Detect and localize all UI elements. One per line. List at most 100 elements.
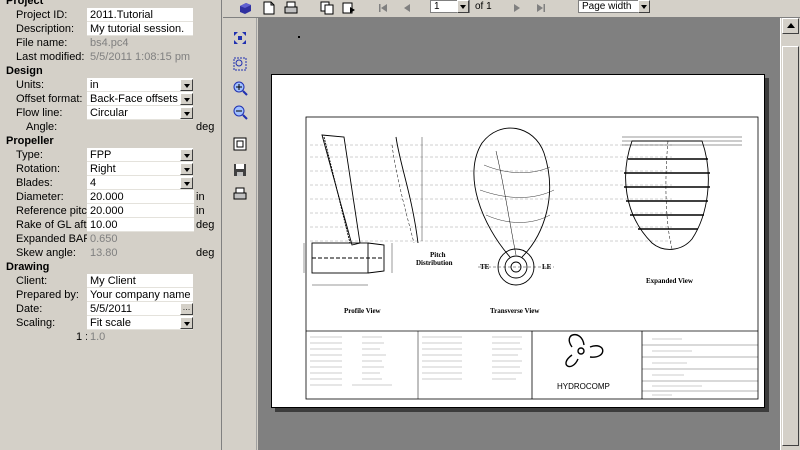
cube-icon[interactable] — [237, 1, 253, 15]
label-units: Units: — [16, 79, 45, 91]
prepared-by-field[interactable]: Your company name h... — [87, 288, 193, 302]
scaling-select[interactable]: Fit scale — [87, 316, 193, 330]
page-setup-icon[interactable] — [232, 136, 248, 152]
te-label: TE — [480, 263, 490, 271]
save-icon[interactable] — [232, 162, 248, 178]
row-description[interactable]: Description: My tutorial session. — [0, 22, 221, 36]
new-page-icon[interactable] — [261, 1, 277, 15]
skew-angle-value: 13.80 — [87, 246, 194, 260]
units-dropdown-button[interactable] — [180, 79, 193, 91]
row-offset-format[interactable]: Offset format: Back-Face offsets — [0, 92, 221, 106]
units-select[interactable]: in — [87, 78, 193, 92]
label-flow-line: Flow line: — [16, 107, 63, 119]
last-modified-value: 5/5/2011 1:08:15 pm — [87, 50, 194, 64]
previous-page-icon[interactable] — [399, 1, 415, 15]
print-preview-area[interactable]: HYDROCOMP Profile View Pitch Distributio… — [258, 18, 780, 450]
last-page-icon[interactable] — [533, 1, 549, 15]
print-icon[interactable] — [283, 1, 299, 15]
row-expanded-bar: Expanded BAR: 0.650 — [0, 232, 221, 246]
project-id-field[interactable]: 2011.Tutorial — [87, 8, 193, 22]
label-expanded-bar: Expanded BAR: — [16, 233, 88, 245]
row-rake[interactable]: Rake of GL aft: 10.00 deg — [0, 218, 221, 232]
row-last-modified: Last modified: 5/5/2011 1:08:15 pm — [0, 50, 221, 64]
label-diameter: Diameter: — [16, 191, 64, 203]
expanded-view-label: Expanded View — [646, 277, 694, 285]
blades-dropdown-button[interactable] — [180, 177, 193, 189]
section-propeller: Propeller — [0, 134, 221, 148]
zoom-dropdown-button[interactable] — [638, 0, 650, 13]
copy-icon[interactable] — [319, 1, 335, 15]
zoom-out-icon[interactable] — [232, 104, 248, 120]
ratio-value: 1.0 — [87, 330, 194, 344]
row-client[interactable]: Client: My Client — [0, 274, 221, 288]
rake-field[interactable]: 10.00 — [87, 218, 194, 232]
row-scaling[interactable]: Scaling: Fit scale — [0, 316, 221, 330]
le-label: LE — [542, 263, 552, 271]
zoom-area-icon[interactable] — [232, 56, 248, 72]
label-blades: Blades: — [16, 177, 53, 189]
skew-angle-unit: deg — [196, 247, 215, 259]
print-preview-icon[interactable] — [232, 186, 248, 202]
fit-page-icon[interactable] — [232, 30, 248, 46]
paper-sheet: HYDROCOMP Profile View Pitch Distributio… — [271, 74, 765, 408]
row-type[interactable]: Type: FPP — [0, 148, 221, 162]
label-client: Client: — [16, 275, 48, 287]
expanded-bar-value: 0.650 — [87, 232, 194, 246]
profile-view-label: Profile View — [344, 307, 382, 315]
section-project: Project — [0, 0, 221, 8]
hydrocomp-logo — [565, 334, 604, 368]
preview-toolbar: 1 of 1 Page width — [223, 0, 800, 18]
vertical-scrollbar[interactable] — [780, 18, 800, 450]
flow-line-select[interactable]: Circular — [87, 106, 193, 120]
row-diameter[interactable]: Diameter: 20.000 in — [0, 190, 221, 204]
section-drawing: Drawing — [0, 260, 221, 274]
flow-line-dropdown-button[interactable] — [180, 107, 193, 119]
offset-format-select[interactable]: Back-Face offsets — [87, 92, 193, 106]
row-date[interactable]: Date: 5/5/2011 … — [0, 302, 221, 316]
scroll-up-button[interactable] — [782, 18, 799, 34]
row-prepared-by[interactable]: Prepared by: Your company name h... — [0, 288, 221, 302]
diameter-unit: in — [196, 191, 205, 203]
diameter-field[interactable]: 20.000 — [87, 190, 194, 204]
preview-tool-strip — [223, 18, 257, 450]
date-picker-button[interactable]: … — [180, 303, 193, 315]
section-design: Design — [0, 64, 221, 78]
export-icon[interactable] — [341, 1, 357, 15]
row-units[interactable]: Units: in — [0, 78, 221, 92]
rotation-dropdown-button[interactable] — [180, 163, 193, 175]
date-field[interactable]: 5/5/2011 — [87, 302, 193, 316]
scroll-thumb[interactable] — [782, 46, 799, 446]
reference-pitch-field[interactable]: 20.000 — [87, 204, 194, 218]
scaling-dropdown-button[interactable] — [180, 317, 193, 329]
offset-format-dropdown-button[interactable] — [180, 93, 193, 105]
expanded-view-drawing — [624, 140, 710, 250]
label-scaling: Scaling: — [16, 317, 56, 329]
row-reference-pitch[interactable]: Reference pitch: 20.000 in — [0, 204, 221, 218]
preview-marker — [298, 36, 300, 38]
client-field[interactable]: My Client — [87, 274, 193, 288]
pitch-label-line2: Distribution — [416, 259, 453, 267]
row-skew-angle: Skew angle: 13.80 deg — [0, 246, 221, 260]
row-angle[interactable]: Angle: deg — [0, 120, 221, 134]
rotation-select[interactable]: Right — [87, 162, 193, 176]
row-flow-line[interactable]: Flow line: Circular — [0, 106, 221, 120]
rake-unit: deg — [196, 219, 215, 231]
next-page-icon[interactable] — [509, 1, 525, 15]
row-ratio: 1 : 1.0 — [0, 330, 221, 344]
blades-select[interactable]: 4 — [87, 176, 193, 190]
description-field[interactable]: My tutorial session. — [87, 22, 193, 36]
zoom-in-icon[interactable] — [232, 80, 248, 96]
type-dropdown-button[interactable] — [180, 149, 193, 161]
angle-field[interactable] — [87, 120, 194, 134]
row-project-id[interactable]: Project ID: 2011.Tutorial — [0, 8, 221, 22]
row-blades[interactable]: Blades: 4 — [0, 176, 221, 190]
row-rotation[interactable]: Rotation: Right — [0, 162, 221, 176]
label-last-modified: Last modified: — [16, 51, 85, 63]
logo-text: HYDROCOMP — [557, 382, 610, 391]
page-number-dropdown[interactable] — [457, 0, 469, 13]
first-page-icon[interactable] — [375, 1, 391, 15]
pitch-label-line1: Pitch — [430, 251, 446, 259]
angle-unit: deg — [196, 121, 215, 133]
type-select[interactable]: FPP — [87, 148, 193, 162]
page-count: of 1 — [475, 1, 492, 12]
